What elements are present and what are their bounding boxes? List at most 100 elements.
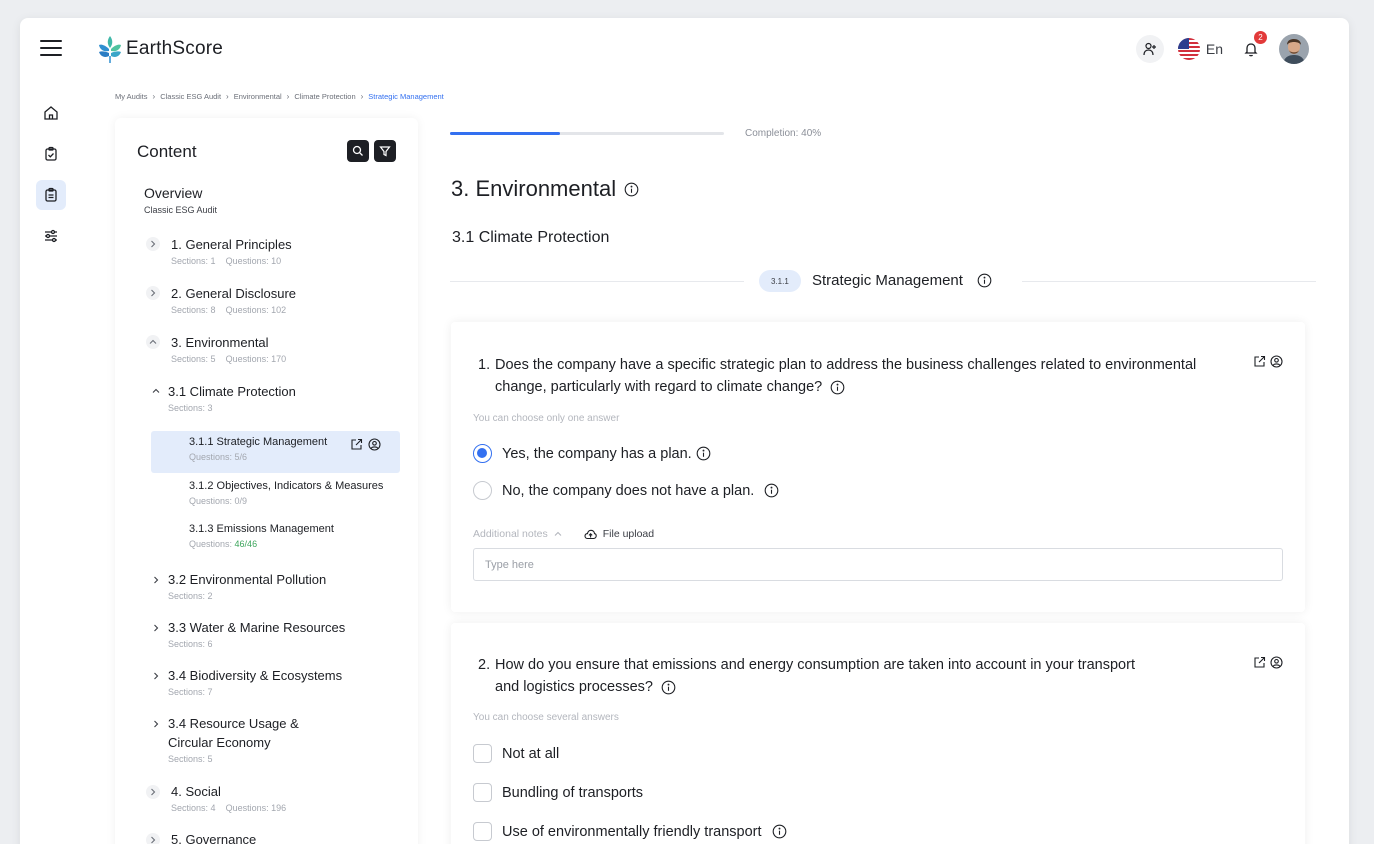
overview-subtitle: Classic ESG Audit xyxy=(144,205,218,215)
chevron-right-icon[interactable] xyxy=(146,237,160,251)
rail-reports[interactable] xyxy=(36,180,66,210)
checkbox[interactable] xyxy=(473,744,492,763)
info-icon[interactable] xyxy=(830,380,845,395)
leaf-logo-icon xyxy=(99,36,121,63)
chevron-right-icon[interactable] xyxy=(146,833,160,844)
filter-button[interactable] xyxy=(374,140,396,162)
tree-sub-climate-protection[interactable]: 3.1 Climate Protection Sections: 3 xyxy=(168,384,296,413)
rail-audits[interactable] xyxy=(36,139,66,169)
file-upload-button[interactable]: File upload xyxy=(584,528,654,540)
completion-progress-fill xyxy=(450,132,560,135)
user-circle-icon[interactable] xyxy=(1270,656,1283,669)
radio-unselected[interactable] xyxy=(473,481,492,500)
chevron-right-icon[interactable] xyxy=(149,717,163,731)
us-flag-icon xyxy=(1177,38,1200,60)
radio-selected[interactable] xyxy=(473,444,492,463)
language-label: En xyxy=(1205,41,1223,57)
external-edit-icon[interactable] xyxy=(1253,656,1266,669)
filter-icon xyxy=(379,146,391,157)
tree-leaf-objectives[interactable]: 3.1.2 Objectives, Indicators & Measures … xyxy=(189,480,383,506)
leaf-actions xyxy=(350,438,381,451)
tree-chapter-social[interactable]: 4. Social Sections: 4 Questions: 196 xyxy=(171,784,286,813)
avatar-image xyxy=(1279,34,1309,64)
info-icon[interactable] xyxy=(661,680,676,695)
breadcrumb-audit[interactable]: Classic ESG Audit xyxy=(160,92,221,101)
subchapter-heading: 3.1 Climate Protection xyxy=(452,229,610,246)
user-circle-icon[interactable] xyxy=(1270,355,1283,368)
question-2-actions xyxy=(1253,656,1283,669)
user-circle-icon[interactable] xyxy=(368,438,381,451)
answer-option-not-at-all[interactable]: Not at all xyxy=(473,744,559,763)
breadcrumb-environmental[interactable]: Environmental xyxy=(234,92,282,101)
tree-chapter-environmental[interactable]: 3. Environmental Sections: 5 Questions: 1… xyxy=(171,335,286,364)
completion-progress-bar xyxy=(450,132,724,135)
home-icon xyxy=(44,106,58,120)
sliders-icon xyxy=(45,229,57,243)
info-icon[interactable] xyxy=(696,446,711,461)
chevron-up-icon[interactable] xyxy=(146,335,160,349)
tree-leaf-strategic-management[interactable]: 3.1.1 Strategic Management Questions: 5/… xyxy=(189,436,327,462)
cloud-upload-icon xyxy=(584,529,597,539)
content-sidebar: Content Overview Classic ESG Audit 1. Ge… xyxy=(115,118,418,844)
chevron-right-icon[interactable] xyxy=(149,573,163,587)
language-selector[interactable]: En xyxy=(1177,38,1223,60)
chevron-right-icon: › xyxy=(360,92,364,101)
checkbox[interactable] xyxy=(473,822,492,841)
question-2-text: 2. How do you ensure that emissions and … xyxy=(478,657,1135,695)
chevron-right-icon[interactable] xyxy=(146,785,160,799)
sidebar-title: Content xyxy=(137,142,197,161)
completion-label: Completion: 40% xyxy=(745,128,822,139)
checkbox[interactable] xyxy=(473,783,492,802)
section-divider-left xyxy=(450,281,744,282)
tree-leaf-emissions[interactable]: 3.1.3 Emissions Management Questions: 46… xyxy=(189,523,334,549)
clipboard-check-icon xyxy=(45,146,57,161)
brand-logo[interactable]: EarthScore xyxy=(98,34,223,64)
invite-user-button[interactable] xyxy=(1135,35,1164,63)
breadcrumb-my-audits[interactable]: My Audits xyxy=(115,92,148,101)
overview-item[interactable]: Overview Classic ESG Audit xyxy=(144,185,217,215)
question-card-2: 2. How do you ensure that emissions and … xyxy=(451,623,1305,844)
breadcrumb-climate[interactable]: Climate Protection xyxy=(294,92,355,101)
tree-chapter-governance[interactable]: 5. Governance xyxy=(171,832,256,844)
answer-option-green-transport[interactable]: Use of environmentally friendly transpor… xyxy=(473,822,787,841)
question-1-extras: Additional notes File upload xyxy=(473,528,654,540)
clipboard-list-icon xyxy=(45,187,57,202)
rail-home[interactable] xyxy=(36,98,66,128)
info-icon[interactable] xyxy=(977,273,992,288)
user-plus-icon xyxy=(1143,42,1156,56)
search-button[interactable] xyxy=(347,140,369,162)
sidebar-tools xyxy=(347,140,396,162)
answer-option-yes[interactable]: Yes, the company has a plan. xyxy=(473,444,711,463)
user-avatar[interactable] xyxy=(1279,34,1309,64)
chevron-right-icon[interactable] xyxy=(146,286,160,300)
info-icon[interactable] xyxy=(764,483,779,498)
question-card-1: 1. Does the company have a specific stra… xyxy=(451,322,1305,612)
chevron-up-icon[interactable] xyxy=(149,384,163,398)
breadcrumb-current: Strategic Management xyxy=(368,92,444,101)
chevron-right-icon[interactable] xyxy=(149,621,163,635)
left-rail xyxy=(36,98,68,262)
hamburger-icon[interactable] xyxy=(40,40,62,56)
tree-sub-water[interactable]: 3.3 Water & Marine Resources Sections: 6 xyxy=(168,620,345,649)
rail-settings[interactable] xyxy=(36,221,66,251)
tree-sub-resource-usage[interactable]: 3.4 Resource Usage & Circular Economy Se… xyxy=(168,716,299,764)
question-1-hint: You can choose only one answer xyxy=(473,413,620,424)
notifications-button[interactable]: 2 xyxy=(1237,31,1267,63)
additional-notes-input[interactable] xyxy=(473,548,1283,581)
section-title: Strategic Management xyxy=(812,272,992,289)
tree-chapter-general-principles[interactable]: 1. General Principles Sections: 1 Questio… xyxy=(171,237,292,266)
tree-chapter-general-disclosure[interactable]: 2. General Disclosure Sections: 8 Questio… xyxy=(171,286,296,315)
chevron-right-icon[interactable] xyxy=(149,669,163,683)
additional-notes-toggle[interactable]: Additional notes xyxy=(473,528,562,540)
info-icon[interactable] xyxy=(772,824,787,839)
answer-option-no[interactable]: No, the company does not have a plan. xyxy=(473,481,779,500)
answer-option-bundling[interactable]: Bundling of transports xyxy=(473,783,643,802)
external-edit-icon[interactable] xyxy=(1253,355,1266,368)
chevron-up-icon xyxy=(554,531,562,536)
breadcrumb: My Audits › Classic ESG Audit › Environm… xyxy=(115,92,444,101)
tree-sub-biodiversity[interactable]: 3.4 Biodiversity & Ecosystems Sections: … xyxy=(168,668,342,697)
info-icon[interactable] xyxy=(624,182,639,197)
external-edit-icon[interactable] xyxy=(350,438,363,451)
tree-sub-pollution[interactable]: 3.2 Environmental Pollution Sections: 2 xyxy=(168,572,326,601)
top-actions: En 2 xyxy=(1135,31,1309,64)
